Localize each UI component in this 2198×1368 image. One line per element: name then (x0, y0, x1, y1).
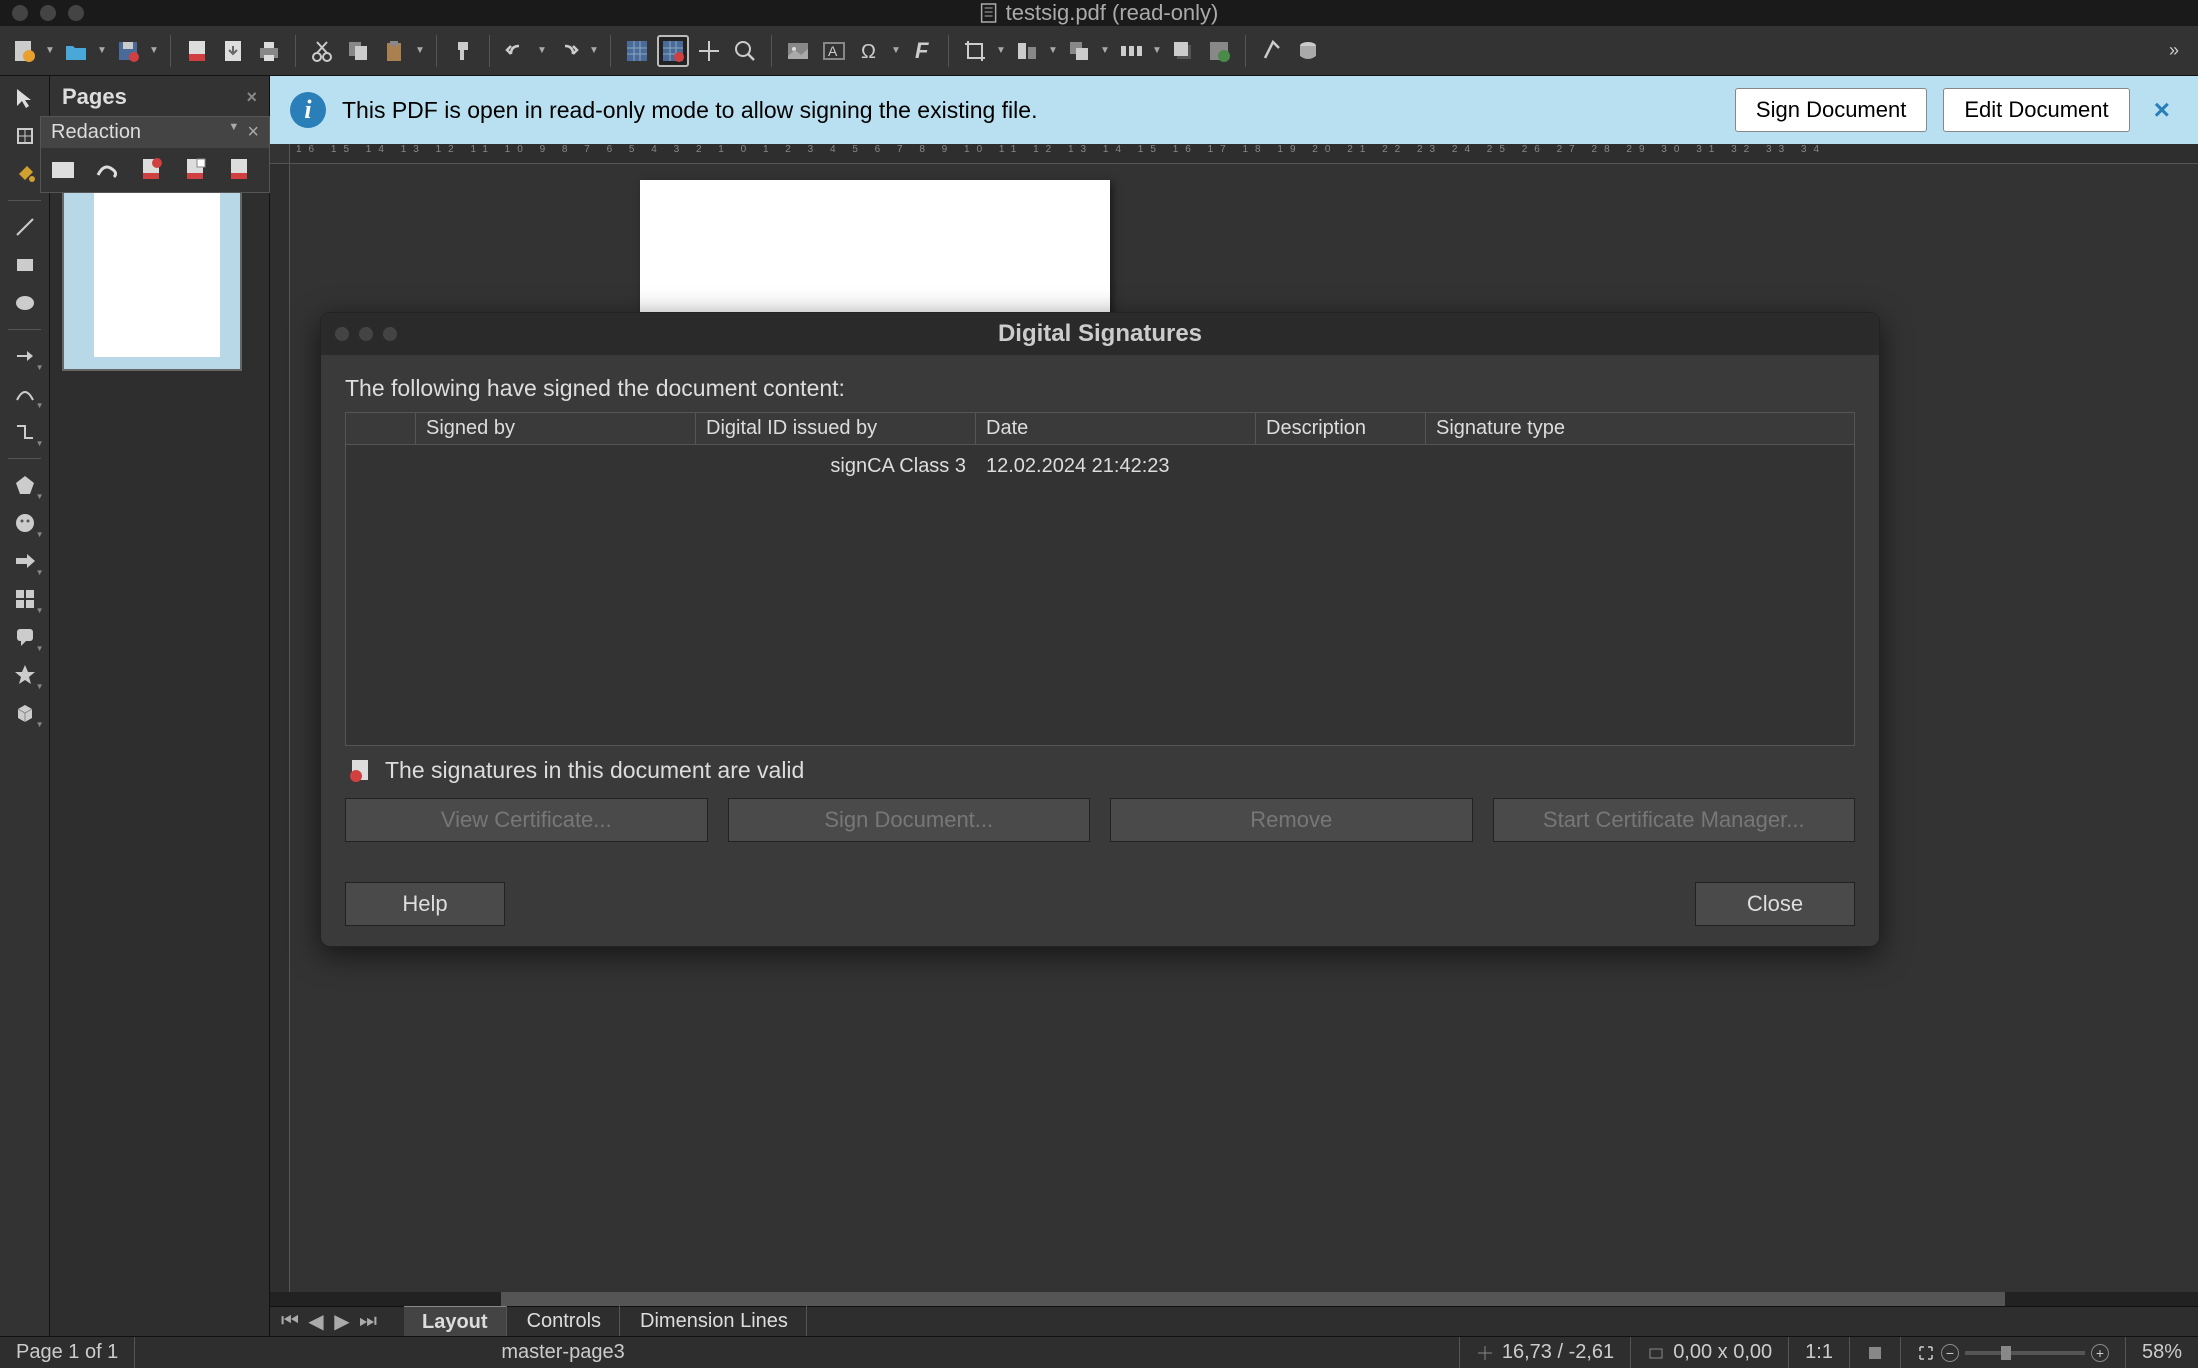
dialog-close-icon[interactable] (335, 327, 349, 341)
dialog-minimize-icon[interactable] (359, 327, 373, 341)
signatures-table: Signed by Digital ID issued by Date Desc… (345, 412, 1855, 746)
start-cert-manager-button[interactable]: Start Certificate Manager... (1493, 798, 1856, 842)
col-issued-by[interactable]: Digital ID issued by (696, 413, 976, 444)
table-header: Signed by Digital ID issued by Date Desc… (346, 413, 1854, 445)
signature-valid-icon (349, 756, 371, 784)
dialog-title: Digital Signatures (998, 320, 1202, 348)
digital-signatures-dialog: Digital Signatures The following have si… (320, 312, 1880, 947)
col-signature-type[interactable]: Signature type (1426, 413, 1854, 444)
dialog-maximize-icon[interactable] (383, 327, 397, 341)
signature-status: The signatures in this document are vali… (345, 746, 1855, 798)
col-date[interactable]: Date (976, 413, 1256, 444)
help-button[interactable]: Help (345, 882, 505, 926)
table-row[interactable]: signCA Class 3 12.02.2024 21:42:23 (346, 445, 1854, 488)
sign-document-dialog-button[interactable]: Sign Document... (728, 798, 1091, 842)
dialog-heading: The following have signed the document c… (345, 375, 1855, 402)
remove-signature-button[interactable]: Remove (1110, 798, 1473, 842)
dialog-titlebar: Digital Signatures (321, 313, 1879, 355)
col-signed-by[interactable]: Signed by (416, 413, 696, 444)
col-description[interactable]: Description (1256, 413, 1426, 444)
close-dialog-button[interactable]: Close (1695, 882, 1855, 926)
view-certificate-button[interactable]: View Certificate... (345, 798, 708, 842)
